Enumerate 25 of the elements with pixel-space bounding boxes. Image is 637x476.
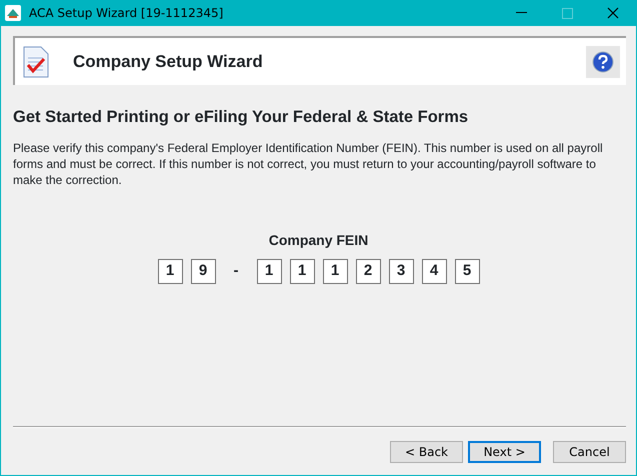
digit-box: 4 — [422, 258, 446, 284]
page-heading: Get Started Printing or eFiling Your Federal & State Forms — [13, 107, 470, 128]
digit-box: 3 — [388, 258, 414, 284]
digit-box: 1 — [256, 258, 282, 284]
document-check-icon — [23, 46, 49, 78]
digit-box: 2 — [356, 258, 380, 284]
help-button[interactable] — [586, 46, 620, 78]
digit-box: 1 — [322, 258, 348, 284]
dash-text: - — [232, 261, 240, 281]
maximize-icon — [562, 8, 572, 18]
wizard-button[interactable]: < Back — [390, 440, 463, 462]
help-icon — [592, 50, 614, 72]
window-title: ACA Setup Wizard [19-1112345] — [29, 5, 224, 22]
app-icon — [5, 5, 21, 21]
minimize-icon — [516, 12, 526, 14]
fein-label: Company FEIN — [268, 230, 368, 250]
description-text: Please verify this company's Federal Employer Identification Number (FEIN). This number is used on all payroll forms and must be correct. If this number is not correct, you must return to your accounting/payroll software to make the correction. — [13, 140, 604, 188]
digit-box: 1 — [290, 258, 314, 284]
digit-box: 1 — [158, 258, 182, 284]
wizard-button[interactable]: Cancel — [553, 440, 626, 462]
digit-box: 5 — [454, 258, 480, 284]
digit-box: 9 — [190, 258, 216, 284]
header-title: Company Setup Wizard — [73, 50, 263, 73]
wizard-button[interactable]: Next > — [468, 440, 541, 462]
close-icon — [607, 7, 619, 19]
